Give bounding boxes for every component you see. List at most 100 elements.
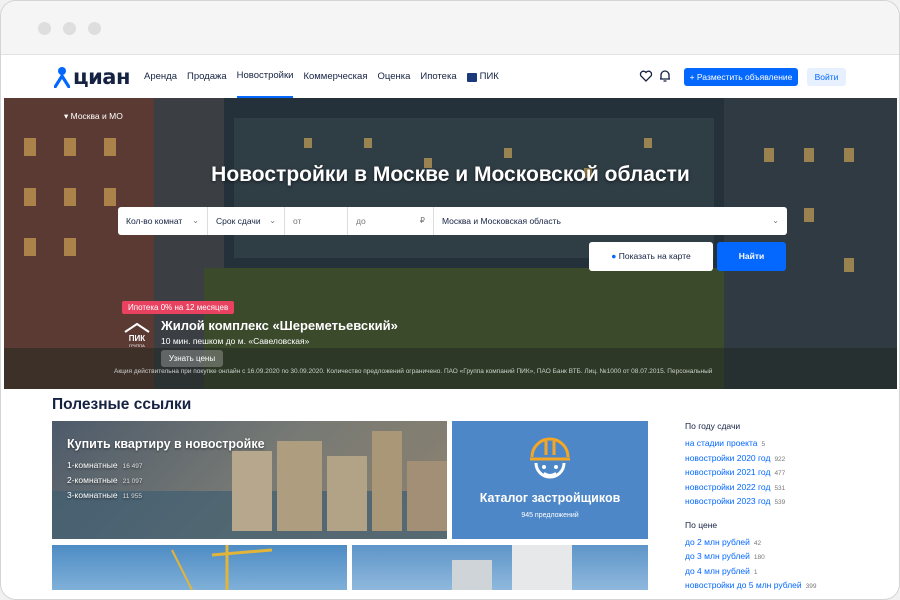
- useful-links-title: Полезные ссылки: [52, 396, 192, 413]
- year-link-count: 531: [774, 484, 786, 492]
- show-on-map-button[interactable]: ● Показать на карте: [589, 242, 713, 271]
- price-link-count: 180: [753, 554, 765, 561]
- room-count: 16 497: [122, 463, 143, 470]
- chevron-down-icon: ⌄: [772, 216, 779, 225]
- hero-title: Новостройки в Москве и Московской област…: [211, 163, 690, 186]
- price-link[interactable]: до 4 млн рублей 1: [685, 564, 875, 579]
- nav-pik-label: ПИК: [479, 71, 499, 82]
- room-count: 11 955: [122, 493, 143, 500]
- window-dot: [88, 22, 101, 35]
- promo-title[interactable]: Жилой комплекс «Шереметьевский»: [161, 318, 398, 333]
- logo-text: циан: [73, 65, 130, 89]
- rooms-label: Кол-во комнат: [126, 216, 183, 226]
- pik-logo-subtext: ГРУППА: [129, 343, 145, 348]
- price-link[interactable]: до 2 млн рублей 42: [685, 535, 875, 550]
- year-link[interactable]: новостройки 2023 год 539: [685, 494, 875, 509]
- pik-icon: [466, 72, 477, 82]
- by-price-title: По цене: [685, 519, 718, 530]
- logo[interactable]: циан: [54, 64, 130, 90]
- link-card-buildings[interactable]: [352, 545, 648, 590]
- window-dot: [63, 22, 76, 35]
- hero-banner: ▾ Москва и МО Новостройки в Москве и Мос…: [4, 98, 897, 389]
- map-pin-icon: ●: [611, 251, 617, 261]
- room-label: 2-комнатные: [67, 475, 118, 485]
- location-select[interactable]: Москва и Московская область ⌄: [434, 207, 787, 235]
- catalog-subtitle: 945 предложений: [521, 512, 579, 519]
- year-link-label: новостройки 2021 год: [685, 467, 771, 477]
- builder-helmet-icon: [530, 437, 570, 479]
- site-header: циан Аренда Продажа Новостройки Коммерче…: [1, 56, 899, 98]
- nav-valuation[interactable]: Оценка: [377, 56, 410, 98]
- developers-catalog-card[interactable]: Каталог застройщиков 945 предложений: [452, 421, 648, 539]
- price-to-placeholder: до: [356, 216, 366, 226]
- chevron-down-icon: ⌄: [269, 216, 276, 225]
- rooms-select[interactable]: Кол-во комнат ⌄: [118, 207, 208, 235]
- construction-image: [171, 545, 273, 590]
- year-link-count: 922: [774, 455, 786, 463]
- room-label: 1-комнатные: [67, 460, 118, 470]
- currency-sign: ₽: [419, 216, 425, 225]
- room-link-3[interactable]: 3-комнатные 11 955: [67, 490, 142, 500]
- year-link[interactable]: на стадии проекта 5: [685, 436, 875, 451]
- price-link[interactable]: до 3 млн рублей 180: [685, 549, 875, 564]
- browser-window: циан Аренда Продажа Новостройки Коммерче…: [0, 0, 900, 600]
- window-dot: [38, 22, 51, 35]
- year-link-count: 539: [774, 499, 786, 506]
- search-bar: Кол-во комнат ⌄ Срок сдачи ⌄ от до ₽ Москва…: [118, 207, 787, 235]
- find-button[interactable]: Найти: [717, 242, 786, 271]
- room-link-1[interactable]: 1-комнатные 16 497: [67, 460, 143, 470]
- sidebar-links: По году сдачи на стадии проекта 5 новостр…: [685, 421, 875, 593]
- room-link-2[interactable]: 2-комнатные 21 097: [67, 475, 143, 485]
- nav-rent[interactable]: Аренда: [144, 56, 177, 98]
- price-link-label: до 4 млн рублей: [685, 565, 750, 576]
- learn-prices-button[interactable]: Узнать цены: [161, 350, 223, 367]
- heart-icon[interactable]: [639, 69, 653, 83]
- pik-logo-text: ПИК: [129, 334, 146, 343]
- year-link-count: 5: [761, 441, 766, 448]
- pik-logo-icon: ПИК ГРУППА: [124, 322, 150, 348]
- nav-commercial[interactable]: Коммерческая: [303, 56, 367, 98]
- price-link-count: 42: [753, 539, 762, 547]
- nav-sale[interactable]: Продажа: [187, 56, 227, 98]
- link-card-construction[interactable]: [52, 545, 347, 590]
- login-button[interactable]: Войти: [807, 68, 846, 86]
- nav-mortgage[interactable]: Ипотека: [420, 56, 456, 98]
- year-link-label: на стадии проекта: [685, 438, 758, 448]
- buy-card-title: Купить квартиру в новостройке: [67, 437, 265, 451]
- deadline-label: Срок сдачи: [216, 216, 261, 226]
- price-link-label: до 3 млн рублей: [685, 551, 750, 561]
- year-link-label: новостройки 2020 год: [685, 452, 771, 463]
- by-year-title: По году сдачи: [685, 421, 741, 431]
- promo-disclaimer: Акция действительна при покупке онлайн с…: [114, 368, 713, 375]
- post-ad-button[interactable]: + Разместить объявление: [684, 68, 798, 86]
- bell-icon[interactable]: [658, 69, 672, 83]
- deadline-select[interactable]: Срок сдачи ⌄: [208, 207, 285, 235]
- room-label: 3-комнатные: [67, 490, 118, 500]
- main-nav: Аренда Продажа Новостройки Коммерческая …: [144, 56, 509, 98]
- logo-pin-icon: [54, 67, 70, 88]
- year-link[interactable]: новостройки 2020 год 922: [685, 451, 875, 466]
- show-on-map-label: Показать на карте: [618, 251, 691, 261]
- price-to-input[interactable]: до ₽: [348, 207, 434, 235]
- region-selector[interactable]: ▾ Москва и МО: [64, 111, 123, 122]
- room-count: 21 097: [122, 478, 143, 485]
- price-link[interactable]: новостройки до 5 млн рублей 399: [685, 578, 875, 593]
- price-link-label: до 2 млн рублей: [685, 536, 750, 547]
- location-label: Москва и Московская область: [442, 216, 561, 226]
- promo-subtitle: 10 мин. пешком до м. «Савеловская»: [161, 336, 310, 346]
- buildings-image: [452, 545, 572, 590]
- buy-apartment-card[interactable]: Купить квартиру в новостройке 1-комнатны…: [52, 421, 447, 539]
- year-link-label: новостройки 2023 год: [685, 496, 771, 506]
- nav-pik[interactable]: ПИК: [466, 56, 499, 98]
- price-from-placeholder: от: [293, 216, 302, 226]
- year-link-label: новостройки 2022 год: [685, 481, 771, 492]
- chevron-down-icon: ⌄: [192, 216, 199, 225]
- nav-new-buildings[interactable]: Новостройки: [236, 56, 294, 98]
- catalog-title: Каталог застройщиков: [479, 491, 621, 505]
- region-label: Москва и МО: [70, 111, 123, 121]
- year-link[interactable]: новостройки 2021 год 477: [685, 465, 875, 480]
- price-from-input[interactable]: от: [285, 207, 348, 235]
- year-link[interactable]: новостройки 2022 год 531: [685, 480, 875, 495]
- price-link-count: 1: [753, 568, 758, 576]
- window-chrome: [1, 1, 899, 55]
